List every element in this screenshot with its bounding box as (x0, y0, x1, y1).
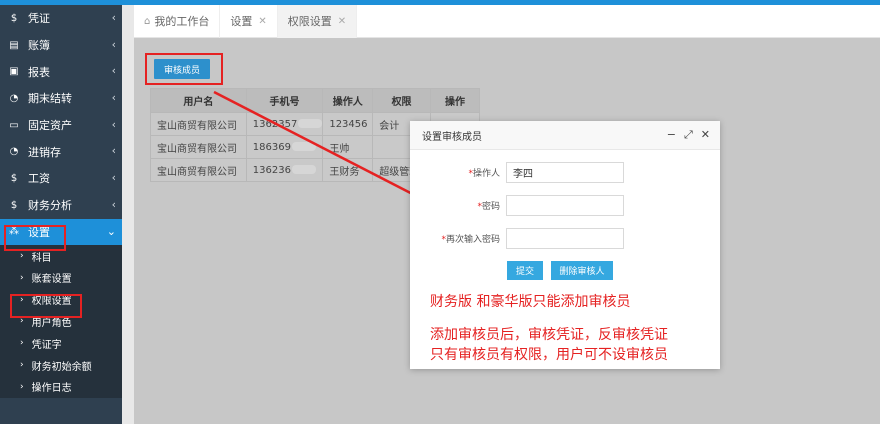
sidebar-item-payroll[interactable]: $ 工资 ‹ (0, 165, 122, 192)
close-icon[interactable]: ✕ (338, 16, 346, 27)
close-icon[interactable]: ✕ (258, 16, 266, 27)
cell-operator: 王财务 (322, 158, 374, 182)
minimize-icon[interactable]: − (667, 128, 676, 142)
close-icon[interactable]: ✕ (701, 128, 710, 142)
chevron-right-icon: › (20, 338, 24, 349)
chevron-left-icon: ‹ (111, 91, 116, 105)
submenu-item-operation-log[interactable]: › 操作日志 (0, 376, 122, 398)
sidebar-item-fixed-assets[interactable]: ▭ 固定资产 ‹ (0, 112, 122, 139)
operator-input[interactable]: 李四 (506, 162, 624, 183)
sidebar-item-voucher[interactable]: $ 凭证 ‹ (0, 5, 122, 32)
sidebar-item-financial-analysis[interactable]: $ 财务分析 ‹ (0, 192, 122, 219)
submenu-item-initial-balance[interactable]: › 财务初始余额 (0, 354, 122, 376)
chevron-left-icon: ‹ (111, 64, 116, 78)
monitor-icon: ▭ (9, 119, 19, 131)
sidebar-item-label: 财务分析 (28, 199, 72, 213)
cell-phone: 136236 (245, 158, 324, 182)
table-header-row: 用户名 手机号 操作人 权限 操作 (150, 88, 481, 113)
confirm-password-input[interactable] (506, 228, 624, 249)
col-operator: 操作人 (322, 88, 374, 113)
chevron-right-icon: › (20, 272, 24, 283)
sidebar-gutter (122, 5, 134, 424)
tab-workbench[interactable]: ⌂ 我的工作台 (134, 4, 221, 38)
delete-auditor-button[interactable]: 删除审核人 (551, 261, 613, 280)
note-line-3: 只有审核员有权限，用户可不设审核员 (430, 347, 668, 363)
book-icon: ▤ (9, 39, 19, 51)
sidebar-item-inventory[interactable]: ◔ 进销存 ‹ (0, 138, 122, 165)
settings-submenu: › 科目 › 账套设置 › 权限设置 › 用户角色 › 凭证字 › 财务初始余额 › 操作日志 (0, 245, 122, 398)
chevron-left-icon: ‹ (111, 37, 116, 51)
chevron-left-icon: ‹ (111, 197, 116, 211)
dialog-header: 设置审核成员 − ⤢ ✕ (410, 121, 720, 150)
redaction-blur (291, 165, 316, 174)
password-input[interactable] (506, 195, 624, 216)
dollar-icon: $ (10, 172, 18, 184)
sidebar-item-label: 账簿 (28, 39, 50, 53)
tab-permission-settings[interactable]: 权限设置 ✕ (277, 4, 358, 38)
chevron-right-icon: › (20, 381, 24, 392)
sidebar: $ 凭证 ‹ ▤ 账簿 ‹ ▣ 报表 ‹ ◔ 期末结转 ‹ ▭ 固定资产 ‹ ◔ 进销存 ‹ $ 工资 ‹ $ 财务分析 ‹ ⁂… (0, 5, 122, 424)
sidebar-item-report[interactable]: ▣ 报表 ‹ (0, 58, 122, 85)
submenu-item-label: 操作日志 (31, 383, 72, 395)
col-username: 用户名 (150, 88, 247, 113)
col-phone: 手机号 (245, 88, 324, 113)
chevron-right-icon: › (20, 360, 24, 371)
note-line-1: 财务版 和豪华版只能添加审核员 (430, 294, 631, 310)
cell-operator: 王帅 (322, 135, 374, 159)
sidebar-item-period-close[interactable]: ◔ 期末结转 ‹ (0, 85, 122, 112)
highlight-audit-button (145, 53, 223, 85)
refresh-icon: ◔ (9, 92, 19, 104)
sidebar-item-label: 固定资产 (28, 119, 72, 133)
operator-field: *操作人 李四 (410, 162, 624, 183)
refresh-icon: ◔ (9, 146, 19, 158)
sidebar-item-ledger[interactable]: ▤ 账簿 ‹ (0, 32, 122, 59)
password-field: *密码 (410, 195, 624, 216)
cell-operator: 123456 (322, 112, 374, 136)
sidebar-item-label: 报表 (28, 65, 50, 79)
tab-settings[interactable]: 设置 ✕ (220, 4, 278, 38)
dollar-icon: $ (10, 199, 18, 211)
sidebar-item-label: 期末结转 (28, 92, 72, 106)
chevron-left-icon: ‹ (111, 144, 116, 158)
cell-username: 宝山商贸有限公司 (150, 135, 247, 159)
home-icon: ⌂ (144, 15, 151, 27)
note-line-2: 添加审核员后，审核凭证，反审核凭证 (430, 327, 668, 343)
dialog-title: 设置审核成员 (422, 131, 482, 143)
submenu-item-account-set[interactable]: › 账套设置 (0, 267, 122, 289)
tab-bar: ⌂ 我的工作台 设置 ✕ 权限设置 ✕ (134, 4, 880, 38)
submenu-item-label: 财务初始余额 (31, 361, 92, 373)
submit-button[interactable]: 提交 (507, 261, 543, 280)
chevron-down-icon: ⌄ (106, 224, 116, 238)
chevron-left-icon: ‹ (111, 11, 116, 24)
cell-username: 宝山商贸有限公司 (150, 158, 247, 182)
col-permission: 权限 (372, 88, 431, 113)
submenu-item-voucher-word[interactable]: › 凭证字 (0, 332, 122, 354)
report-icon: ▣ (9, 66, 19, 78)
sidebar-item-label: 进销存 (28, 145, 61, 159)
chevron-left-icon: ‹ (111, 171, 116, 185)
col-actions: 操作 (429, 88, 481, 113)
cell-phone: 1362357 (245, 112, 324, 136)
dollar-icon: $ (10, 12, 18, 24)
cell-username: 宝山商贸有限公司 (150, 112, 247, 136)
sidebar-item-label: 工资 (28, 172, 50, 186)
redaction-blur (291, 142, 316, 151)
submenu-item-label: 凭证字 (31, 339, 62, 351)
cell-phone: 186369 (245, 135, 324, 159)
sidebar-item-label: 凭证 (28, 12, 50, 26)
highlight-settings-menu (4, 225, 66, 251)
maximize-icon[interactable]: ⤢ (684, 128, 693, 142)
set-auditor-dialog: 设置审核成员 − ⤢ ✕ *操作人 李四 *密码 *再次输入密码 提交 删除审核… (410, 121, 720, 369)
confirm-password-field: *再次输入密码 (410, 228, 624, 249)
submenu-item-label: 账套设置 (31, 274, 72, 286)
chevron-left-icon: ‹ (111, 117, 116, 131)
highlight-permission-submenu (10, 294, 82, 318)
redaction-blur (298, 119, 322, 128)
chevron-right-icon: › (20, 251, 24, 262)
